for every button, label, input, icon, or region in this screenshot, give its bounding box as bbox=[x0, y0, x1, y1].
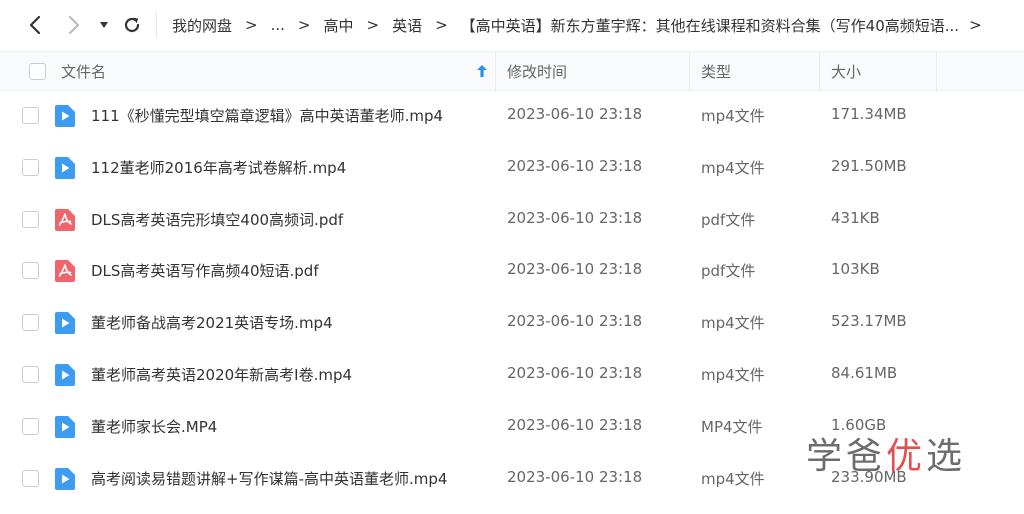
row-checkbox[interactable] bbox=[22, 469, 39, 487]
breadcrumb-more-icon[interactable]: > bbox=[969, 16, 982, 34]
file-name[interactable]: DLS高考英语完形填空400高频词.pdf bbox=[91, 209, 343, 230]
chevron-left-icon bbox=[29, 15, 41, 35]
row-checkbox[interactable] bbox=[22, 365, 39, 383]
breadcrumb: 我的网盘 > ... > 高中 > 英语 > 【高中英语】新东方董宇辉：其他在线… bbox=[172, 14, 995, 36]
file-name[interactable]: 111《秒懂完型填空篇章逻辑》高中英语董老师.mp4 bbox=[91, 105, 443, 126]
file-row[interactable]: DLS高考英语写作高频40短语.pdf 2023-06-10 23:18 pdf… bbox=[0, 245, 1024, 297]
file-modified: 2023-06-10 23:18 bbox=[507, 156, 643, 175]
file-name[interactable]: 112董老师2016年高考试卷解析.mp4 bbox=[91, 157, 346, 178]
file-type: mp4文件 bbox=[701, 158, 765, 177]
column-header-modified-label: 修改时间 bbox=[507, 62, 568, 81]
video-file-icon bbox=[55, 156, 75, 179]
pdf-file-icon bbox=[55, 260, 75, 283]
watermark-text-1: 学爸 bbox=[806, 436, 887, 477]
file-size: 171.34MB bbox=[831, 105, 907, 123]
file-name[interactable]: 董老师高考英语2020年新高考I卷.mp4 bbox=[91, 364, 352, 385]
back-button[interactable] bbox=[22, 12, 48, 38]
file-type: pdf文件 bbox=[701, 210, 756, 229]
column-header-name-label: 文件名 bbox=[61, 62, 107, 81]
file-list-header: 文件名 修改时间 类型 大小 bbox=[0, 51, 1024, 91]
row-checkbox[interactable] bbox=[22, 262, 39, 280]
breadcrumb-separator-icon: > bbox=[245, 16, 258, 34]
refresh-icon bbox=[124, 17, 140, 33]
column-header-size[interactable]: 大小 bbox=[831, 52, 861, 90]
row-checkbox[interactable] bbox=[22, 158, 39, 176]
file-row[interactable]: 111《秒懂完型填空篇章逻辑》高中英语董老师.mp4 2023-06-10 23… bbox=[0, 90, 1024, 142]
caret-down-icon bbox=[100, 22, 108, 28]
file-size: 103KB bbox=[831, 260, 880, 279]
file-name[interactable]: DLS高考英语写作高频40短语.pdf bbox=[91, 260, 319, 281]
file-size: 291.50MB bbox=[831, 156, 907, 175]
column-divider bbox=[936, 52, 937, 90]
column-header-type[interactable]: 类型 bbox=[701, 52, 731, 90]
row-checkbox[interactable] bbox=[22, 417, 39, 435]
column-divider bbox=[689, 52, 690, 90]
file-name[interactable]: 董老师家长会.MP4 bbox=[91, 416, 217, 437]
file-row[interactable]: 董老师备战高考2021英语专场.mp4 2023-06-10 23:18 mp4… bbox=[0, 297, 1024, 349]
file-type: pdf文件 bbox=[701, 262, 756, 281]
select-all-checkbox[interactable] bbox=[29, 62, 46, 80]
column-divider bbox=[495, 52, 496, 90]
file-modified: 2023-06-10 23:18 bbox=[507, 105, 643, 123]
file-name[interactable]: 高考阅读易错题讲解+写作谋篇-高中英语董老师.mp4 bbox=[91, 468, 447, 489]
file-size: 84.61MB bbox=[831, 363, 898, 382]
forward-button[interactable] bbox=[61, 12, 87, 38]
file-type: mp4文件 bbox=[701, 107, 765, 125]
breadcrumb-separator-icon: > bbox=[435, 16, 448, 34]
column-divider bbox=[819, 52, 820, 90]
breadcrumb-current: 【高中英语】新东方董宇辉：其他在线课程和资料合集（写作40高频短语... bbox=[460, 16, 960, 35]
file-row[interactable]: 112董老师2016年高考试卷解析.mp4 2023-06-10 23:18 m… bbox=[0, 142, 1024, 194]
toolbar: 我的网盘 > ... > 高中 > 英语 > 【高中英语】新东方董宇辉：其他在线… bbox=[0, 0, 1024, 50]
file-modified: 2023-06-10 23:18 bbox=[507, 363, 643, 382]
pdf-file-icon bbox=[55, 208, 75, 231]
file-row[interactable]: DLS高考英语完形填空400高频词.pdf 2023-06-10 23:18 p… bbox=[0, 194, 1024, 246]
select-all-cell bbox=[29, 52, 46, 90]
refresh-button[interactable] bbox=[119, 12, 145, 38]
file-modified: 2023-06-10 23:18 bbox=[507, 312, 643, 331]
watermark-text-2: 优 bbox=[886, 436, 927, 477]
video-file-icon bbox=[55, 415, 75, 438]
column-header-name[interactable]: 文件名 bbox=[61, 52, 106, 90]
file-row[interactable]: 董老师高考英语2020年新高考I卷.mp4 2023-06-10 23:18 m… bbox=[0, 349, 1024, 401]
file-modified: 2023-06-10 23:18 bbox=[507, 260, 643, 279]
breadcrumb-ellipsis[interactable]: ... bbox=[271, 16, 285, 34]
breadcrumb-level1[interactable]: 高中 bbox=[323, 15, 353, 36]
file-modified: 2023-06-10 23:18 bbox=[507, 415, 643, 434]
breadcrumb-separator-icon: > bbox=[366, 16, 380, 34]
file-type: mp4文件 bbox=[701, 314, 765, 333]
sort-ascending-icon[interactable] bbox=[476, 52, 488, 90]
file-type: mp4文件 bbox=[701, 365, 765, 384]
file-modified: 2023-06-10 23:18 bbox=[507, 467, 643, 486]
row-checkbox[interactable] bbox=[22, 107, 39, 124]
toolbar-divider bbox=[156, 12, 157, 38]
video-file-icon bbox=[55, 467, 75, 490]
file-size: 431KB bbox=[831, 208, 880, 227]
video-file-icon bbox=[55, 363, 75, 386]
video-file-icon bbox=[55, 105, 75, 127]
file-name[interactable]: 董老师备战高考2021英语专场.mp4 bbox=[91, 312, 333, 333]
breadcrumb-level2[interactable]: 英语 bbox=[392, 15, 422, 36]
watermark: 学爸 优 选 bbox=[806, 430, 967, 477]
column-header-type-label: 类型 bbox=[701, 62, 732, 81]
history-dropdown-button[interactable] bbox=[96, 12, 112, 38]
file-size: 523.17MB bbox=[831, 312, 907, 331]
video-file-icon bbox=[55, 312, 75, 335]
chevron-right-icon bbox=[68, 15, 80, 35]
file-type: mp4文件 bbox=[701, 469, 765, 488]
file-modified: 2023-06-10 23:18 bbox=[507, 208, 643, 227]
watermark-text-3: 选 bbox=[926, 436, 967, 477]
column-header-size-label: 大小 bbox=[831, 62, 862, 81]
row-checkbox[interactable] bbox=[22, 210, 39, 228]
breadcrumb-root[interactable]: 我的网盘 bbox=[172, 15, 232, 36]
row-checkbox[interactable] bbox=[22, 314, 39, 332]
column-header-modified[interactable]: 修改时间 bbox=[507, 52, 567, 90]
file-type: MP4文件 bbox=[701, 417, 763, 436]
breadcrumb-separator-icon: > bbox=[297, 16, 311, 34]
